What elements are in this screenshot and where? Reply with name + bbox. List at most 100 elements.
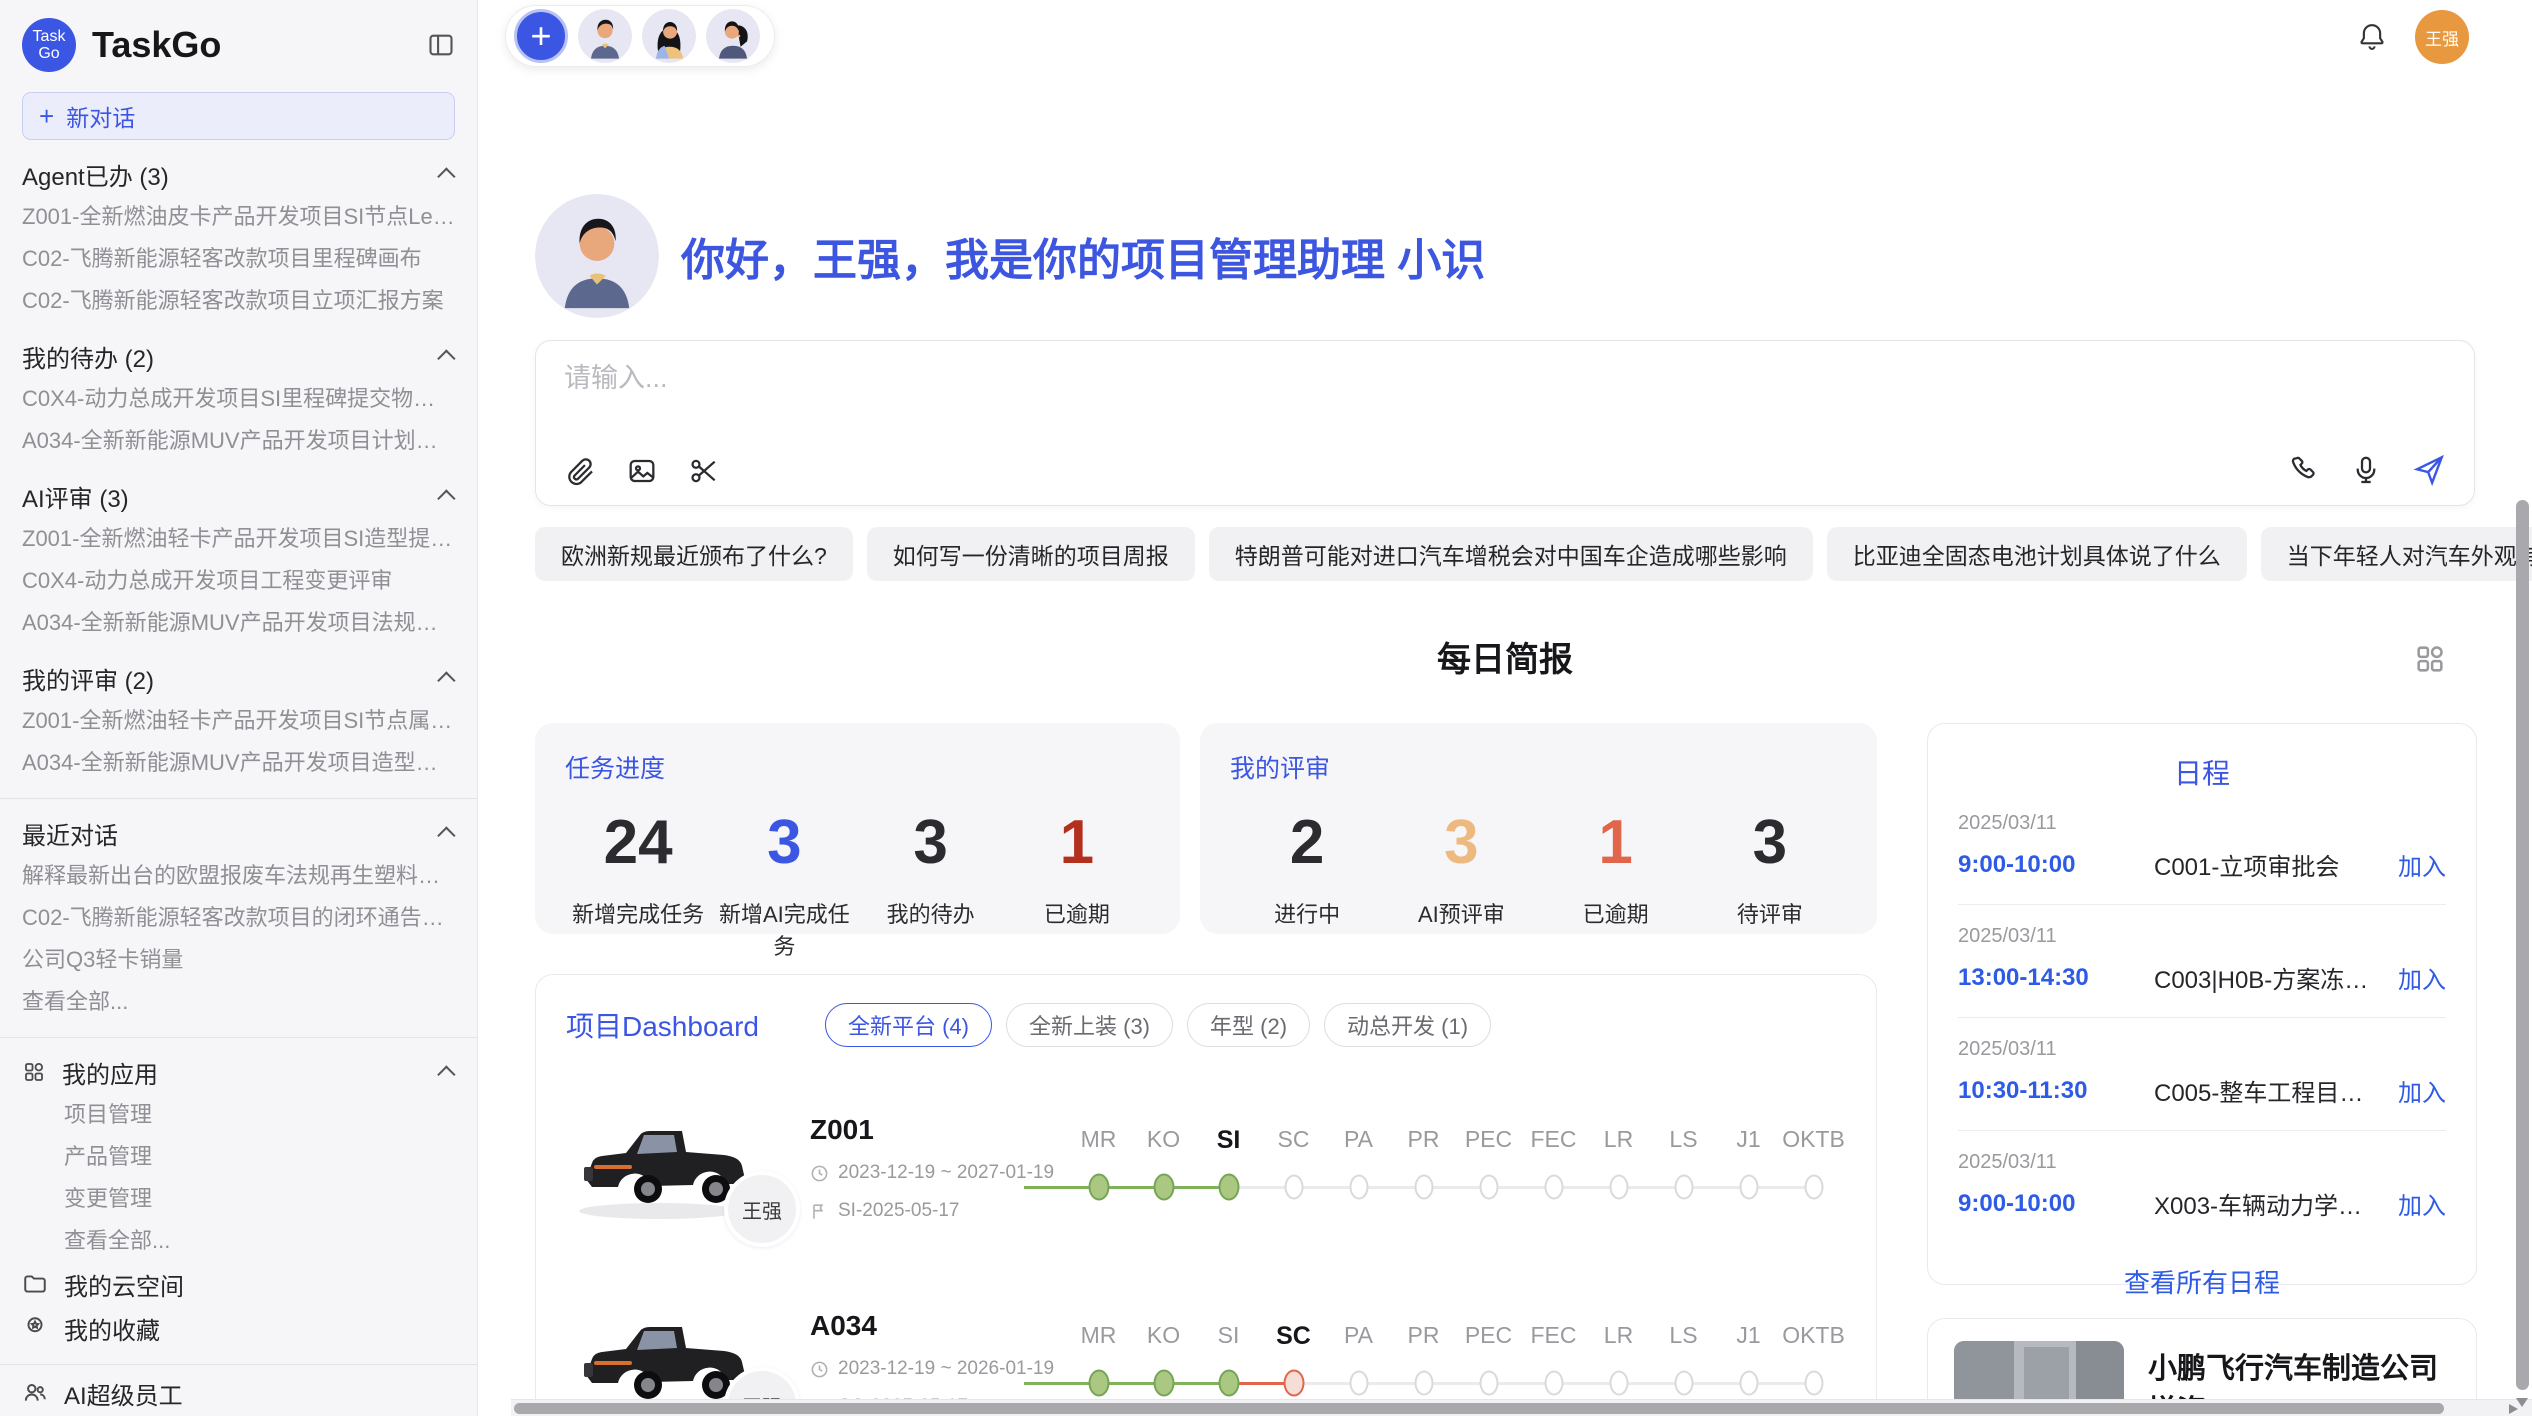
suggestion-chip[interactable]: 当下年轻人对汽车外观有怎样的喜好趋势 (2261, 527, 2532, 581)
chevron-up-icon[interactable] (437, 167, 455, 185)
horizontal-scrollbar[interactable] (511, 1399, 2532, 1416)
milestone-dot-row (1716, 1366, 1781, 1400)
sidebar-task-item[interactable]: A034-全新新能源MUV产品开发项目计划变更表编写 (22, 420, 455, 462)
recent-chat-item[interactable]: 解释最新出台的欧盟报废车法规再生塑料比例被调至15%... (22, 855, 455, 897)
section-recent-chats[interactable]: 最近对话 (22, 811, 455, 855)
schedule-date: 2025/03/11 (1958, 1151, 2446, 1174)
join-meeting-link[interactable]: 加入 (2398, 847, 2446, 882)
phone-icon[interactable] (2288, 454, 2320, 486)
scissors-icon[interactable] (688, 455, 720, 487)
attachment-icon[interactable] (564, 455, 596, 487)
female-assistant-avatar-long-hair[interactable] (642, 9, 696, 63)
user-avatar[interactable]: 王强 (2415, 10, 2469, 64)
suggestion-chip[interactable]: 欧洲新规最近颁布了什么? (535, 527, 853, 581)
vertical-scrollbar-thumb[interactable] (2516, 500, 2529, 1390)
sidebar-task-item[interactable]: A034-全新新能源MUV产品开发项目法规符合性评审 (22, 602, 455, 644)
milestone-dot-row (1781, 1366, 1846, 1400)
chevron-up-icon[interactable] (437, 826, 455, 844)
section-header-0[interactable]: Agent已办 (3) (22, 152, 455, 196)
sidebar-task-item[interactable]: Z001-全新燃油轻卡产品开发项目SI节点属性5D文件评审 (22, 700, 455, 742)
taskgo-app: Task Go TaskGo + 新对话 Agent已办 (3)Z001-全新燃… (0, 0, 2532, 1416)
daily-stat-cards: 任务进度 24 新增完成任务 3 新增AI完成任务 3 (535, 723, 1877, 934)
sidebar-task-item[interactable]: Z001-全新燃油轻卡产品开发项目SI造型提交物评审 (22, 518, 455, 560)
milestone-dot (1414, 1371, 1433, 1396)
sidebar-item-cloud-space[interactable]: 我的云空间 (22, 1262, 455, 1306)
milestone-dot-row (1131, 1366, 1196, 1400)
add-agent-button[interactable]: + (514, 9, 568, 63)
divider (0, 1364, 477, 1365)
join-meeting-link[interactable]: 加入 (2398, 1186, 2446, 1221)
sidebar-task-item[interactable]: C0X4-动力总成开发项目工程变更评审 (22, 560, 455, 602)
filter-pill[interactable]: 动总开发 (1) (1324, 1003, 1491, 1047)
scroll-down-arrow[interactable] (2516, 1398, 2528, 1407)
milestone-label: MR (1081, 1322, 1117, 1352)
filter-pill[interactable]: 全新上装 (3) (1006, 1003, 1173, 1047)
female-assistant-avatar-bun[interactable] (706, 9, 760, 63)
my-app-item[interactable]: 产品管理 (22, 1136, 455, 1178)
milestone-label: FEC (1531, 1322, 1577, 1352)
apps-view-all-link[interactable]: 查看全部... (22, 1220, 455, 1262)
input-actions (2288, 453, 2446, 487)
collapse-sidebar-icon[interactable] (427, 31, 455, 59)
sidebar-task-item[interactable]: Z001-全新燃油皮卡产品开发项目SI节点Lesson Learn报告 (22, 196, 455, 238)
chat-input[interactable] (564, 363, 2446, 394)
recent-chat-item[interactable]: 公司Q3轻卡销量 (22, 939, 455, 981)
sidebar-task-item[interactable]: C0X4-动力总成开发项目SI里程碑提交物检查 (22, 378, 455, 420)
content-row: 任务进度 24 新增完成任务 3 新增AI完成任务 3 (535, 723, 2477, 1416)
section-header-1[interactable]: 我的待办 (2) (22, 334, 455, 378)
my-app-item[interactable]: 项目管理 (22, 1094, 455, 1136)
join-meeting-link[interactable]: 加入 (2398, 960, 2446, 995)
milestone-dot (1284, 1175, 1303, 1200)
recent-chat-item[interactable]: C02-飞腾新能源轻客改款项目的闭环通告反馈情况 (22, 897, 455, 939)
sidebar-item-favorites[interactable]: 我的收藏 (22, 1306, 455, 1350)
schedule-event-title: C005-整车工程目标评审 (2154, 1073, 2384, 1108)
suggestion-chip[interactable]: 特朗普可能对进口汽车增税会对中国车企造成哪些影响 (1209, 527, 1813, 581)
suggestion-chip[interactable]: 比亚迪全固态电池计划具体说了什么 (1827, 527, 2247, 581)
suggestion-chip[interactable]: 如何写一份清晰的项目周报 (867, 527, 1195, 581)
notification-bell-icon[interactable] (2357, 22, 2387, 52)
section-header-3[interactable]: 我的评审 (2) (22, 656, 455, 700)
sidebar-item-ai-super-staff[interactable]: AI超级员工 (22, 1371, 455, 1415)
milestone-dot-row (1326, 1170, 1391, 1204)
logo-line-2: Go (38, 45, 59, 62)
recent-view-all-link[interactable]: 查看全部... (22, 981, 455, 1023)
logo-line-1: Task (33, 28, 66, 45)
milestone-dot (1479, 1371, 1498, 1396)
milestone-dot-row (1456, 1170, 1521, 1204)
milestone-dot (1088, 1174, 1109, 1201)
section-my-apps[interactable]: 我的应用 (22, 1050, 455, 1094)
chevron-up-icon[interactable] (437, 349, 455, 367)
assistant-avatar (535, 194, 659, 318)
chevron-up-icon[interactable] (437, 489, 455, 507)
view-all-schedule-link[interactable]: 查看所有日程 (1958, 1263, 2446, 1300)
milestone-label: KO (1147, 1322, 1180, 1352)
layout-grid-icon[interactable] (2413, 642, 2447, 676)
schedule-event-title: C001-立项审批会 (2154, 847, 2384, 882)
chevron-up-icon[interactable] (437, 1065, 455, 1083)
milestone-dot-row (1521, 1366, 1586, 1400)
milestone-dot-row (1456, 1366, 1521, 1400)
filter-pill[interactable]: 全新平台 (4) (825, 1003, 992, 1047)
schedule-date: 2025/03/11 (1958, 925, 2446, 948)
send-icon[interactable] (2412, 453, 2446, 487)
sidebar-task-item[interactable]: A034-全新新能源MUV产品开发项目造型可行性评审 (22, 742, 455, 784)
microphone-icon[interactable] (2350, 454, 2382, 486)
chevron-up-icon[interactable] (437, 671, 455, 689)
milestone-label: PR (1408, 1322, 1440, 1352)
project-row-z001[interactable]: 王强 Z001 2023-12-19 ~ 2027-01-19 (566, 1093, 1846, 1243)
project-row-a034[interactable]: 王强 A034 2023-12-19 ~ 2026-01-19 (566, 1289, 1846, 1416)
join-meeting-link[interactable]: 加入 (2398, 1073, 2446, 1108)
image-icon[interactable] (626, 455, 658, 487)
project-code: A034 (810, 1310, 1066, 1342)
male-assistant-avatar[interactable] (578, 9, 632, 63)
sidebar-task-item[interactable]: C02-飞腾新能源轻客改款项目里程碑画布 (22, 238, 455, 280)
new-chat-button[interactable]: + 新对话 (22, 92, 455, 140)
flag-icon (810, 1202, 829, 1221)
horizontal-scrollbar-thumb[interactable] (514, 1403, 2444, 1414)
milestone-PEC: PEC (1456, 1126, 1521, 1204)
section-header-2[interactable]: AI评审 (3) (22, 474, 455, 518)
sidebar-task-item[interactable]: C02-飞腾新能源轻客改款项目立项汇报方案 (22, 280, 455, 322)
filter-pill[interactable]: 年型 (2) (1187, 1003, 1310, 1047)
my-app-item[interactable]: 变更管理 (22, 1178, 455, 1220)
milestone-label: J1 (1736, 1126, 1760, 1156)
